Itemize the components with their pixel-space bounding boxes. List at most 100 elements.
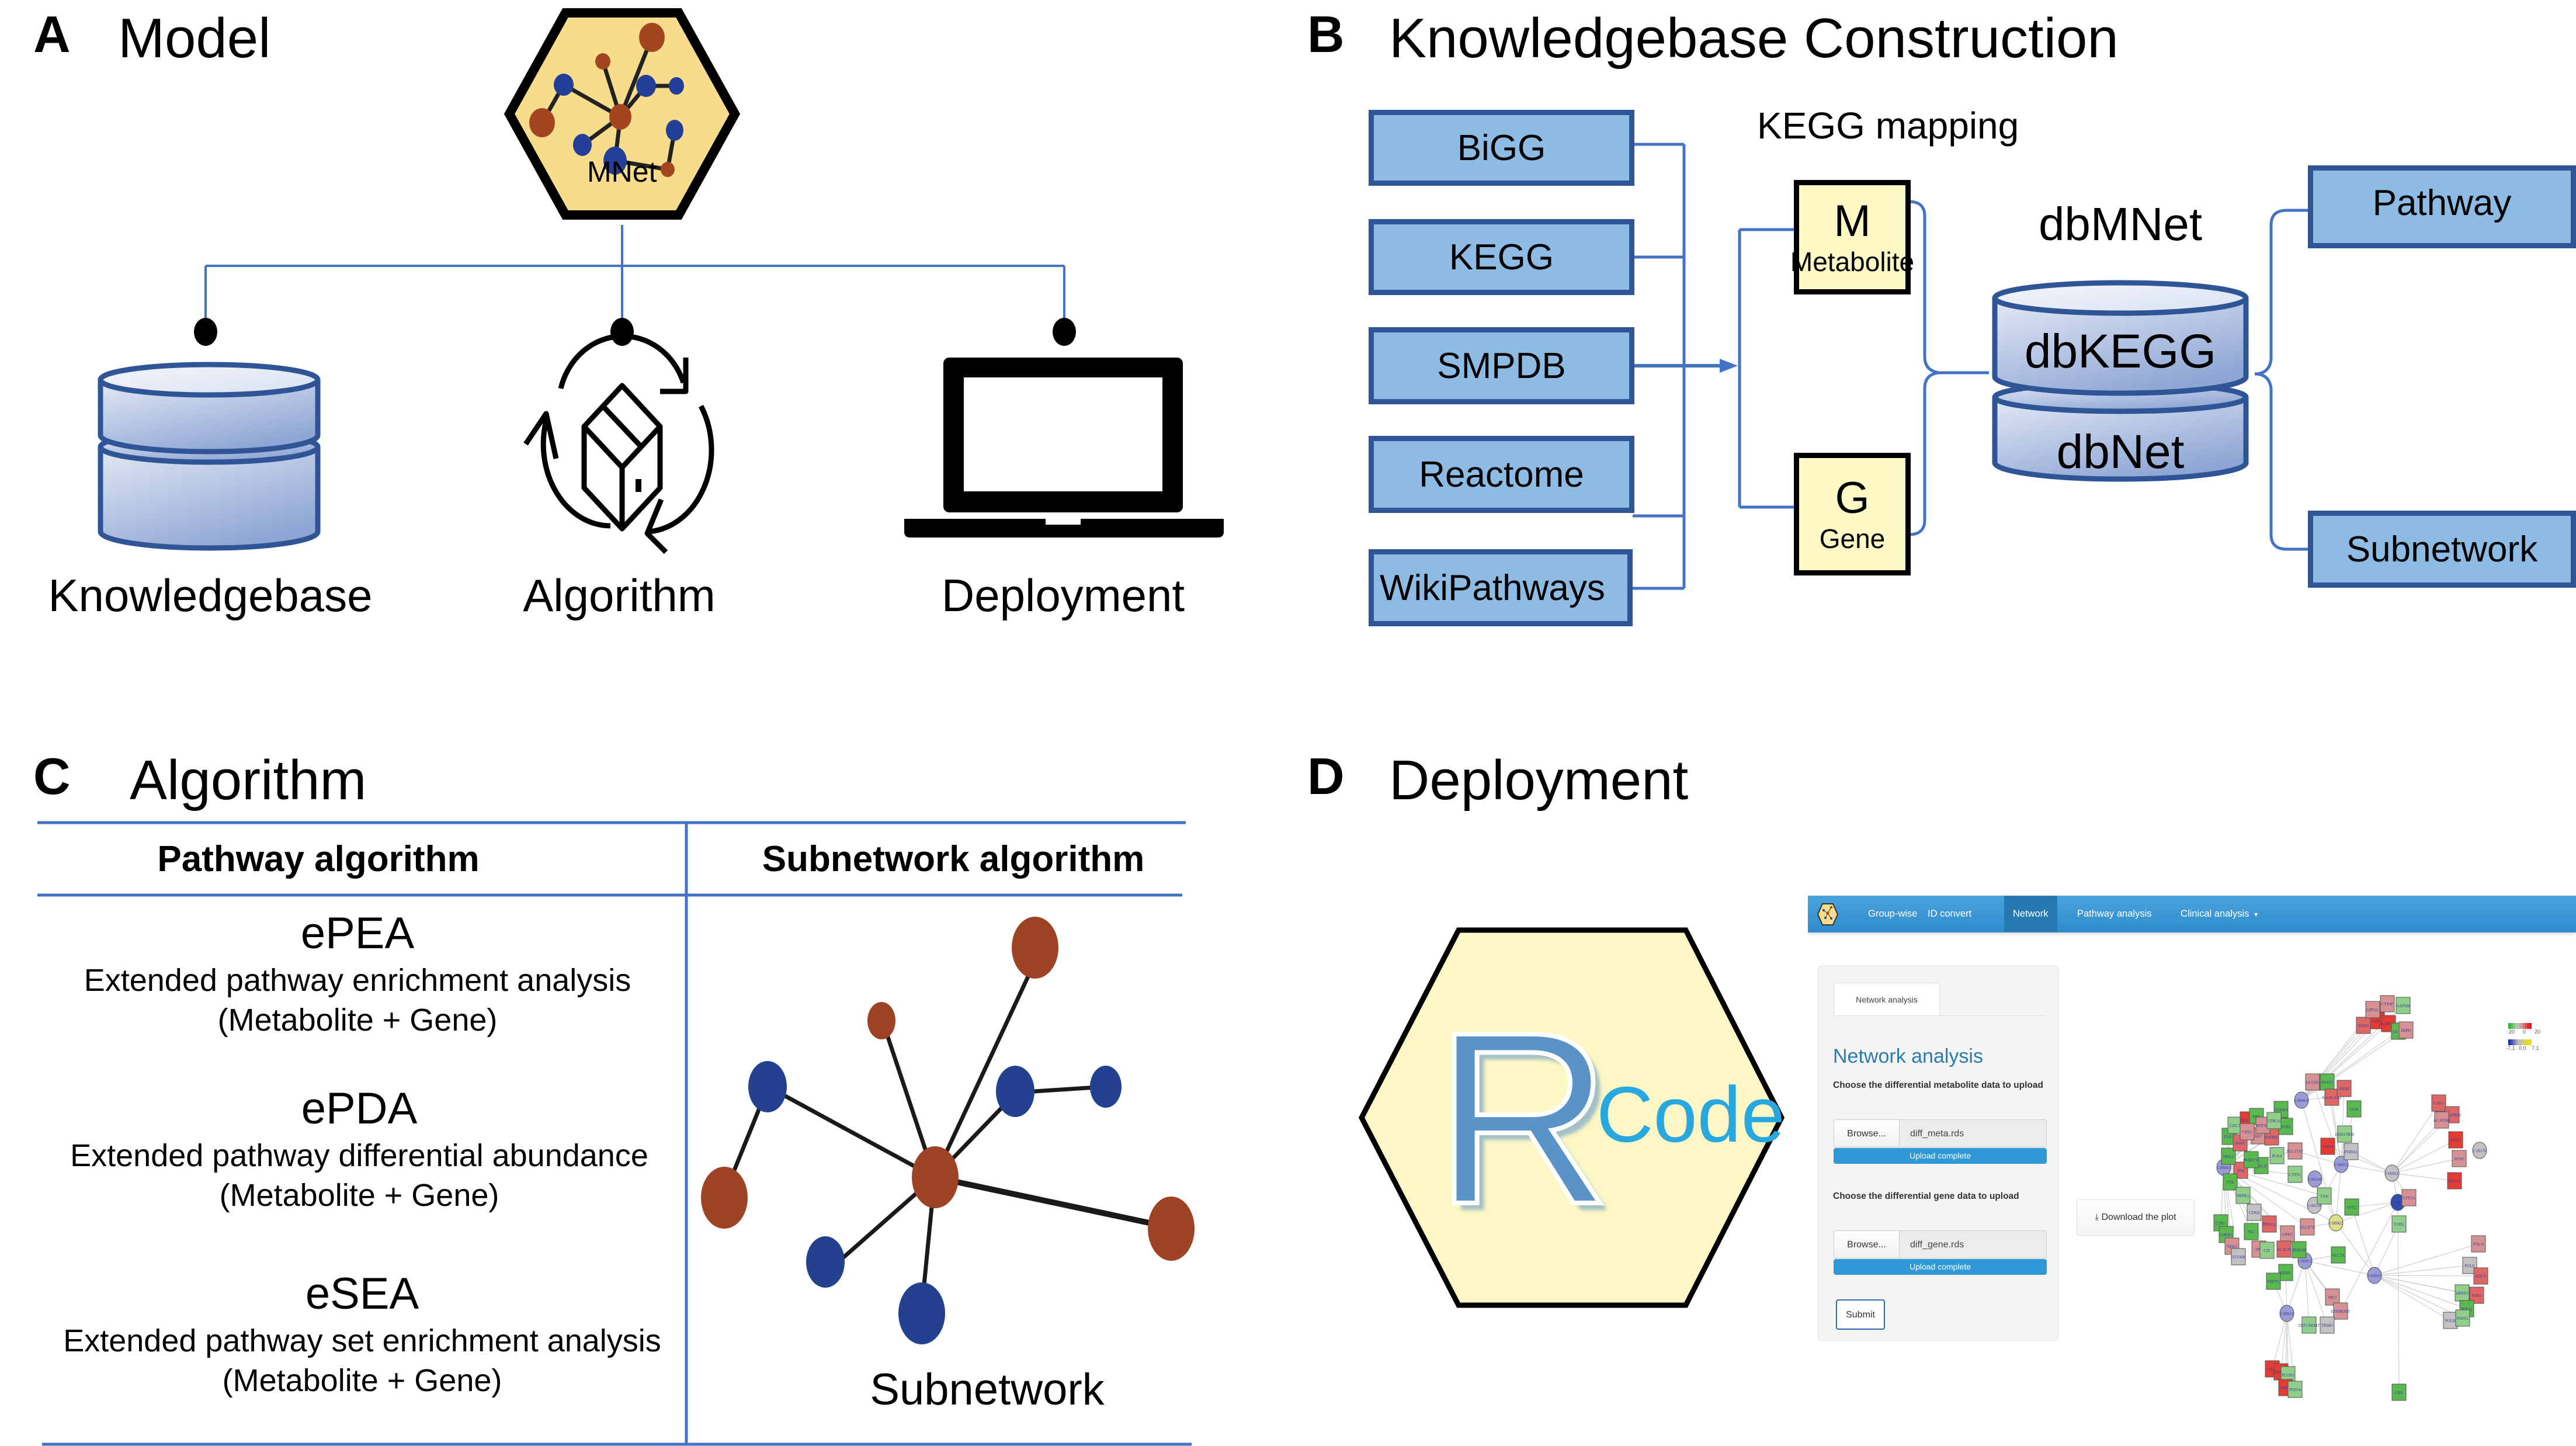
legend-gene-min: -20 — [2507, 1029, 2515, 1035]
network-node-gene[interactable]: TXN — [2317, 1187, 2332, 1205]
network-node-metabolite[interactable]: C00013 — [2279, 1305, 2294, 1322]
network-node-label: CPS1 — [2242, 1130, 2252, 1135]
network-node-gene[interactable]: PLK4 — [2269, 1147, 2285, 1164]
cycle-box-icon — [523, 333, 714, 554]
network-edge — [2374, 1275, 2463, 1319]
network-node-label: NEK2 — [2223, 1154, 2234, 1159]
mapping-label-gene: Gene — [1819, 523, 1886, 554]
network-node-gene[interactable]: ABAT — [2337, 1080, 2352, 1097]
network-node-metabolite[interactable]: C00249 — [2307, 1170, 2322, 1188]
network-node-label: POLN — [2473, 1242, 2484, 1247]
legend-swatch — [2518, 1023, 2520, 1029]
network-node-label: CDK16 — [2268, 1119, 2280, 1123]
network-node-gene[interactable]: SLC27A — [2300, 1218, 2315, 1236]
connector-dot-knowledgebase — [194, 318, 217, 346]
network-node-gene[interactable]: SLC17A7 — [2287, 1142, 2304, 1160]
network-node-gene[interactable]: HPRT1 — [2455, 1284, 2470, 1302]
network-plot[interactable]: C00064 C00025 C00022 C00031 C00013 C00062 C000… — [1808, 896, 2576, 1445]
network-node-label: TGFBR2 — [2264, 1135, 2280, 1140]
network-node-gene[interactable]: POLN — [2471, 1235, 2486, 1253]
network-node-gene[interactable]: EEF1AKMT — [2299, 1316, 2320, 1334]
network-node-gene[interactable]: GGH — [2346, 1100, 2362, 1118]
network-node-label: ACACB — [2277, 1247, 2291, 1252]
network-node-gene[interactable]: POLK — [2443, 1312, 2458, 1329]
network-node-label: CPT1A — [2403, 1196, 2415, 1201]
network-node-metabolite[interactable]: C00062 — [2328, 1214, 2344, 1232]
network-node-gene[interactable]: CYP4F — [2380, 995, 2395, 1012]
network-node-gene[interactable]: CIT — [2259, 1242, 2275, 1259]
network-node-gene[interactable]: YOD1 — [2391, 1215, 2407, 1233]
network-node-gene[interactable]: BUB1B — [2292, 1241, 2307, 1258]
network-node-gene[interactable]: CPT1A — [2401, 1189, 2417, 1206]
db-output-brace — [2254, 209, 2308, 551]
network-node-gene[interactable]: TRMO — [2320, 1316, 2335, 1334]
network-node-gene[interactable]: PDSS1 — [2455, 1309, 2470, 1327]
network-node-gene[interactable]: PSAT1 — [2320, 1073, 2335, 1091]
network-node-gene[interactable]: CDC7 — [2227, 1116, 2242, 1134]
network-node-label: H6PD — [2401, 1028, 2411, 1033]
network-node-label: PDK4 — [2322, 1145, 2333, 1149]
subnet-node-metabolite-hub — [912, 1146, 959, 1208]
network-node-gene[interactable]: PDIA4 — [2287, 1381, 2303, 1398]
network-node-label: CDK1 — [2216, 1221, 2227, 1226]
network-node-gene[interactable]: TTK — [2223, 1173, 2238, 1191]
network-node-gene[interactable]: GAPDH — [2396, 997, 2411, 1014]
network-node-metabolite[interactable]: C00022 — [2384, 1164, 2400, 1182]
legend-swatch — [2527, 1023, 2529, 1029]
network-node-gene[interactable]: PRKG1 — [2262, 1215, 2277, 1233]
network-node-gene[interactable]: GLUD1 — [2305, 1073, 2320, 1091]
network-node-gene[interactable]: GRK5 — [2280, 1225, 2295, 1243]
network-node-label: PDIA4 — [2289, 1388, 2301, 1392]
algorithm-scope: (Metabolite + Gene) — [222, 1362, 502, 1398]
network-node-gene[interactable]: CPS1 — [2240, 1123, 2255, 1140]
network-node-gene[interactable]: AOX1 — [2448, 1131, 2463, 1149]
network-node-gene[interactable]: RDH5 — [2356, 1017, 2371, 1034]
network-node-gene[interactable]: ADCY — [2473, 1267, 2488, 1285]
network-node-gene[interactable]: PDHA1 — [2344, 1143, 2359, 1160]
network-node-gene[interactable]: PKMYT1 — [2243, 1151, 2260, 1168]
network-node-gene[interactable]: CDK16 — [2266, 1112, 2282, 1129]
network-node-gene[interactable]: CTPS1 — [2287, 1166, 2303, 1183]
network-node-gene[interactable]: TK1 — [2244, 1223, 2259, 1240]
network-node-gene[interactable]: SLC7A — [2331, 1246, 2346, 1264]
network-node-label: TXN — [2320, 1194, 2328, 1199]
network-node-gene[interactable]: PNPT1 — [2266, 1272, 2281, 1290]
network-node-metabolite[interactable]: C00064 — [2294, 1091, 2309, 1109]
network-node-metabolite[interactable]: C18170 — [2472, 1142, 2487, 1159]
network-node-gene[interactable]: CAV1 — [2431, 1094, 2446, 1112]
network-node-gene[interactable]: GPT2 — [2344, 1198, 2359, 1216]
header-subnetwork-algorithm: Subnetwork algorithm — [762, 839, 1145, 879]
legend-swatch — [2508, 1039, 2511, 1045]
legend-swatch — [2529, 1039, 2532, 1045]
legend-gene-colorbar — [2508, 1023, 2532, 1029]
network-node-label: TRMO — [2321, 1323, 2333, 1328]
network-node-gene[interactable]: PDK4 — [2320, 1138, 2335, 1155]
network-node-gene[interactable]: SRPK1 — [2235, 1187, 2251, 1204]
network-node-gene[interactable]: HSD17B10 — [2335, 1125, 2355, 1143]
connector-dot-algorithm — [610, 318, 634, 346]
mapping-bracket — [1738, 228, 1794, 509]
algorithm-scope: (Metabolite + Gene) — [219, 1177, 499, 1213]
legend-swatch — [2522, 1039, 2525, 1045]
network-node-gene[interactable]: NOS3 — [2452, 1150, 2467, 1167]
network-node-gene[interactable]: GPD1L — [2365, 1001, 2380, 1018]
network-edge — [2351, 1206, 2375, 1276]
network-node-gene[interactable]: ACACB — [2276, 1240, 2292, 1258]
network-edge — [2391, 1102, 2439, 1174]
network-node-label: GRK5 — [2282, 1232, 2293, 1237]
network-node-gene[interactable]: CDK8 — [2247, 1204, 2262, 1221]
algorithm-desc: Extended pathway differential abundance — [70, 1138, 648, 1173]
legend-swatch — [2525, 1023, 2527, 1029]
network-node-gene[interactable]: RRM2 — [2278, 1264, 2293, 1281]
network-node-gene[interactable]: ACADSB — [2433, 1111, 2450, 1129]
network-node-label: POLE — [2464, 1264, 2475, 1268]
network-node-label: BUB1 — [2280, 1125, 2291, 1129]
network-node-gene[interactable]: DTYMK — [2231, 1248, 2246, 1265]
network-node-label: POLK — [2445, 1319, 2456, 1323]
network-node-metabolite[interactable]: C00031 — [2367, 1267, 2382, 1284]
network-node-gene[interactable]: MAOA — [2447, 1172, 2462, 1190]
network-node-gene[interactable]: H6PD — [2398, 1021, 2414, 1039]
network-node-label: CIT — [2263, 1249, 2271, 1253]
network-node-gene[interactable]: CBS — [2391, 1383, 2407, 1401]
legend-metabolite-min: -7.1 — [2506, 1045, 2515, 1051]
